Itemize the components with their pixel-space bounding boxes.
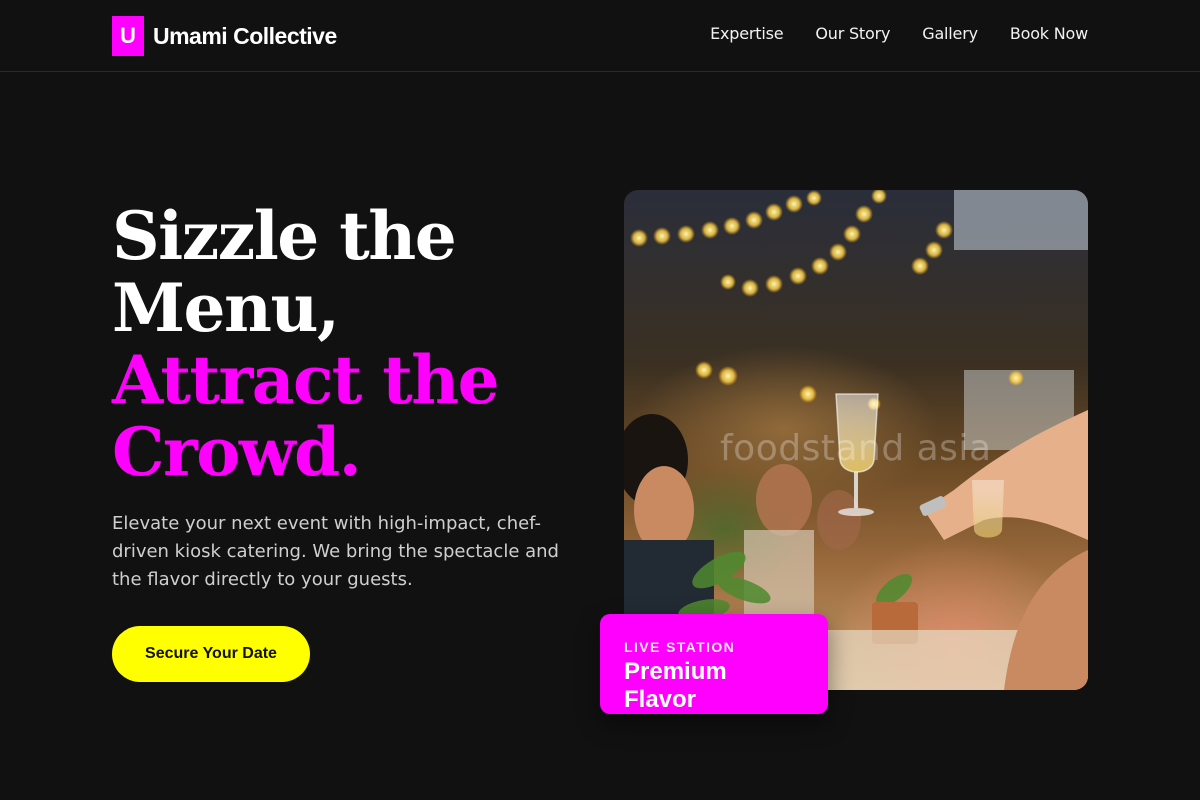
headline-line-2: Menu, [112, 269, 340, 347]
headline-line-3: Attract the [112, 341, 500, 419]
brand-logo[interactable]: U Umami Collective [112, 16, 337, 56]
headline-line-1: Sizzle the [112, 197, 457, 275]
nav-item-book-now[interactable]: Book Now [1010, 24, 1088, 43]
nav-item-our-story[interactable]: Our Story [815, 24, 890, 43]
hero-headline: Sizzle the Menu, Attract the Crowd. [112, 200, 582, 488]
logo-mark-icon: U [112, 16, 144, 56]
secure-date-button[interactable]: Secure Your Date [112, 626, 310, 682]
nav-item-gallery[interactable]: Gallery [922, 24, 978, 43]
headline-line-4: Crowd. [112, 413, 362, 491]
brand-name: Umami Collective [153, 22, 337, 49]
live-station-badge: LIVE STATION Premium Flavor [600, 614, 828, 714]
badge-label: LIVE STATION [624, 639, 736, 655]
photo-watermark: foodstand asia [720, 428, 992, 469]
nav-item-expertise[interactable]: Expertise [710, 24, 783, 43]
site-header: U Umami Collective Expertise Our Story G… [0, 0, 1200, 72]
main-nav: Expertise Our Story Gallery Book Now [710, 24, 1088, 43]
hero-subtitle: Elevate your next event with high-impact… [112, 513, 559, 590]
badge-title: Premium Flavor [624, 658, 727, 713]
